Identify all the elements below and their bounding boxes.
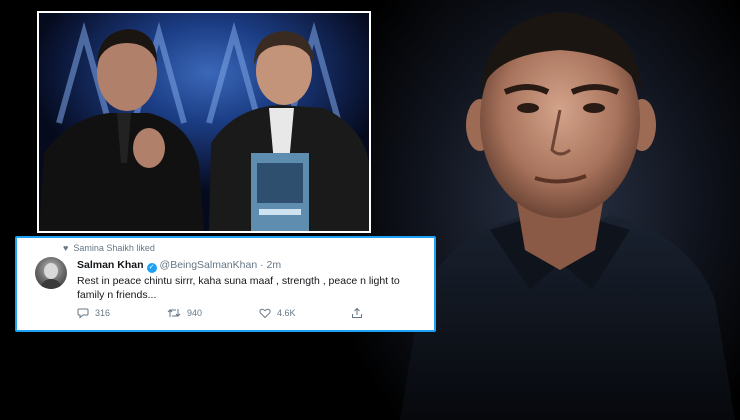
reply-button[interactable]: 316 xyxy=(77,307,110,319)
avatar[interactable] xyxy=(35,257,67,289)
like-button[interactable]: 4.6K xyxy=(259,307,296,319)
user-handle[interactable]: @BeingSalmanKhan xyxy=(160,259,258,271)
retweet-button[interactable]: 940 xyxy=(167,307,202,319)
share-icon xyxy=(352,307,362,318)
inset-photo-illustration xyxy=(39,21,369,231)
portrait-photo xyxy=(380,0,740,420)
like-count: 4.6K xyxy=(277,308,296,318)
tweet-header: Salman Khan ✓ @BeingSalmanKhan · 2m xyxy=(77,259,281,273)
retweet-count: 940 xyxy=(187,308,203,318)
retweet-icon xyxy=(167,309,181,317)
avatar-image xyxy=(39,263,63,289)
separator-dot: · xyxy=(260,259,264,271)
comment-icon xyxy=(77,308,89,319)
reply-count: 316 xyxy=(95,308,111,318)
tweet-timestamp[interactable]: 2m xyxy=(267,259,282,271)
liked-by-text: Samina Shaikh liked xyxy=(73,243,155,253)
heart-icon xyxy=(259,308,271,319)
tweet-text: Rest in peace chintu sirrr, kaha suna ma… xyxy=(77,275,400,301)
inset-photo xyxy=(37,11,371,233)
verified-badge-icon: ✓ xyxy=(146,263,157,273)
tweet-card[interactable]: ♥ Samina Shaikh liked Salman Khan ✓ @BeingS… xyxy=(15,236,436,332)
heart-icon: ♥ xyxy=(63,243,69,253)
share-button[interactable] xyxy=(351,307,369,319)
portrait-illustration xyxy=(400,12,735,420)
user-name[interactable]: Salman Khan xyxy=(77,259,144,271)
liked-indicator: ♥ Samina Shaikh liked xyxy=(63,243,155,253)
